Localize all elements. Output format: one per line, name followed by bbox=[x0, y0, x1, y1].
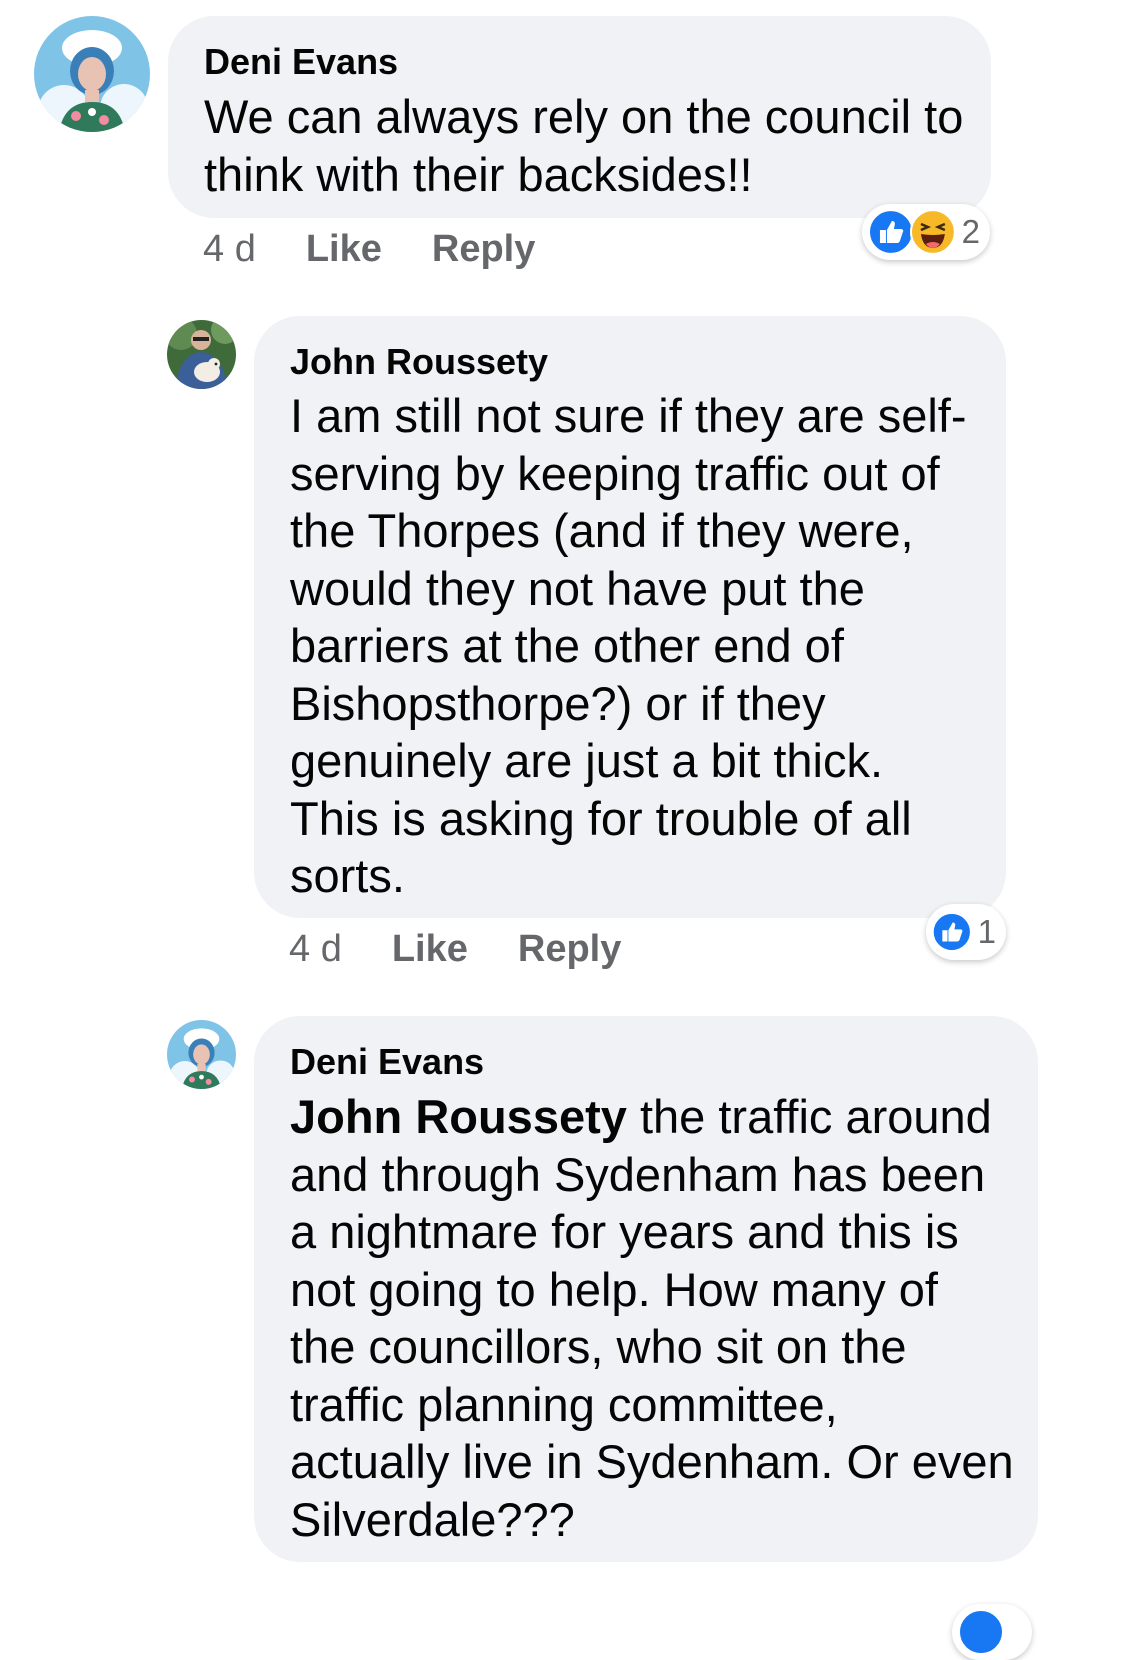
comment-line-rest: the traffic around bbox=[626, 1090, 992, 1143]
comment-author-2[interactable]: John Roussety bbox=[290, 342, 548, 382]
comment-text-2: I am still not sure if they are self- se… bbox=[290, 387, 967, 905]
comment-line: the Thorpes (and if they were, bbox=[290, 504, 914, 557]
comment-line: a nightmare for years and this is bbox=[290, 1205, 959, 1258]
reactions-summary-2[interactable]: 1 bbox=[926, 904, 1006, 960]
mention-link[interactable]: John Roussety bbox=[290, 1090, 627, 1143]
haha-reaction-icon bbox=[909, 209, 956, 255]
comment-author-1[interactable]: Deni Evans bbox=[204, 42, 398, 82]
reactions-summary-3-partial[interactable] bbox=[952, 1604, 1032, 1660]
reaction-count: 1 bbox=[977, 913, 996, 950]
like-reaction-icon bbox=[958, 1609, 1004, 1655]
comment-line: John Roussety the traffic around bbox=[290, 1088, 1014, 1146]
reaction-count: 2 bbox=[961, 213, 980, 250]
comment-line: think with their backsides!! bbox=[204, 147, 753, 201]
avatar-john-roussety[interactable] bbox=[167, 320, 236, 389]
comment-timestamp[interactable]: 4 d bbox=[203, 229, 256, 269]
reply-button[interactable]: Reply bbox=[518, 929, 621, 969]
comment-line: I am still not sure if they are self- bbox=[290, 389, 967, 442]
avatar-photo bbox=[167, 320, 236, 389]
avatar-illustration bbox=[34, 16, 150, 132]
comment-line: barriers at the other end of bbox=[290, 619, 844, 672]
comment-line: genuinely are just a bit thick. bbox=[290, 734, 884, 787]
comment-line: We can always rely on the council to bbox=[204, 90, 964, 143]
comment-line: would they not have put the bbox=[290, 561, 865, 615]
like-reaction-icon bbox=[932, 912, 972, 952]
comment-line: serving by keeping traffic out of bbox=[290, 446, 940, 500]
comment-line: not going to help. How many of bbox=[290, 1262, 938, 1316]
comment-text-3: John Roussety the traffic around and thr… bbox=[290, 1088, 1014, 1548]
comment-line: traffic planning committee, bbox=[290, 1377, 838, 1431]
like-button[interactable]: Like bbox=[306, 229, 382, 269]
like-button[interactable]: Like bbox=[392, 929, 468, 969]
avatar-deni-evans-small[interactable] bbox=[167, 1020, 236, 1089]
comment-timestamp[interactable]: 4 d bbox=[289, 929, 342, 969]
reply-button[interactable]: Reply bbox=[432, 229, 535, 269]
avatar-illustration bbox=[167, 1020, 236, 1089]
comment-author-3[interactable]: Deni Evans bbox=[290, 1042, 484, 1082]
comment-line: actually live in Sydenham. Or even bbox=[290, 1435, 1014, 1488]
comment-actions-2: 4 d Like Reply bbox=[289, 929, 621, 969]
comment-line: Bishopsthorpe?) or if they bbox=[290, 676, 826, 730]
comment-line: Silverdale??? bbox=[290, 1492, 575, 1546]
comment-text-1: We can always rely on the council to thi… bbox=[204, 88, 963, 203]
like-reaction-icon bbox=[868, 209, 914, 255]
comment-actions-1: 4 d Like Reply bbox=[203, 229, 535, 269]
comment-line: the councillors, who sit on the bbox=[290, 1320, 907, 1373]
reactions-summary-1[interactable]: 2 bbox=[862, 204, 990, 260]
avatar-deni-evans[interactable] bbox=[34, 16, 150, 132]
comment-line: sorts. bbox=[290, 849, 405, 902]
comment-line: and through Sydenham has been bbox=[290, 1147, 986, 1201]
comment-line: This is asking for trouble of all bbox=[290, 791, 912, 845]
